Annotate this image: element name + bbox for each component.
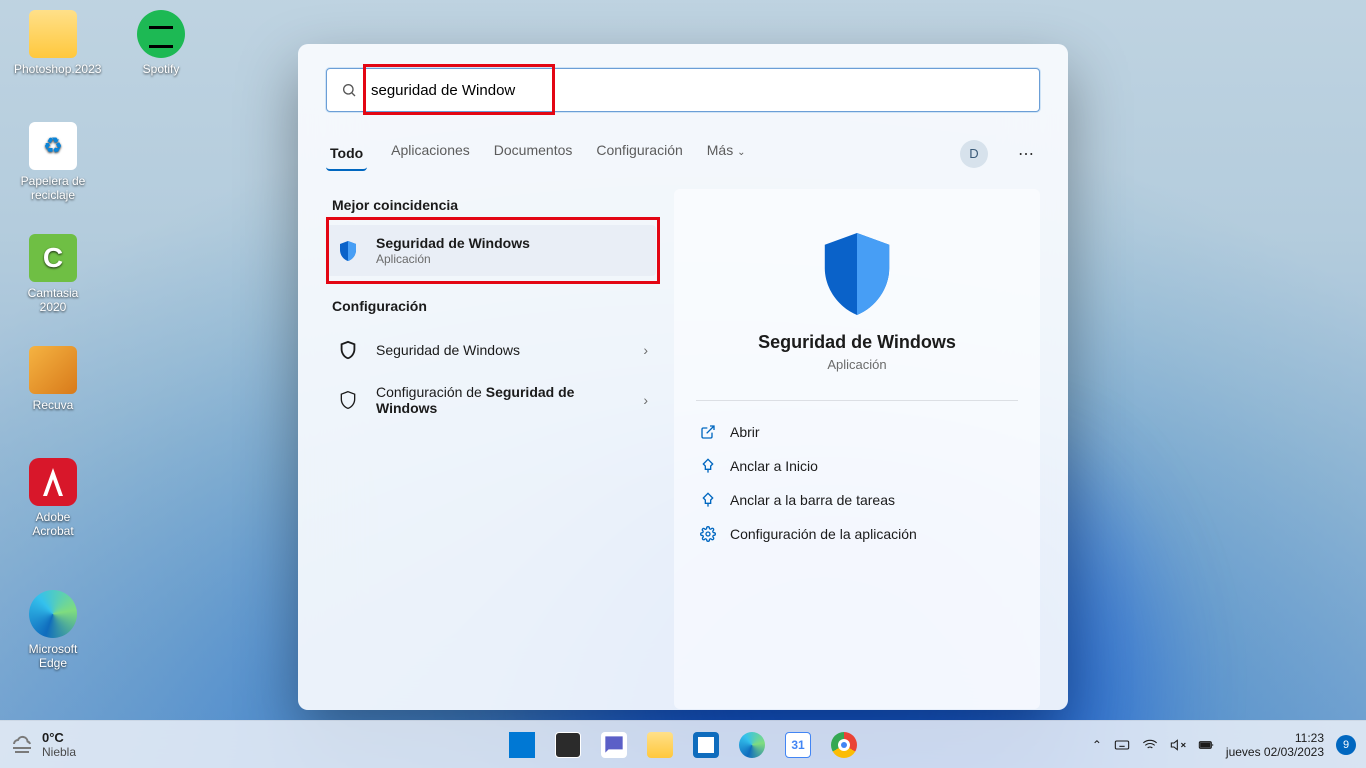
action-app-settings[interactable]: Configuración de la aplicación: [696, 517, 1018, 551]
shield-outline-icon: [334, 386, 362, 414]
search-box[interactable]: [326, 68, 1040, 112]
start-search-panel: Todo Aplicaciones Documentos Configuraci…: [298, 44, 1068, 710]
chevron-right-icon: ›: [643, 342, 648, 358]
app-icon: [29, 234, 77, 282]
result-preview-pane: Seguridad de Windows Aplicación Abrir An…: [674, 189, 1040, 709]
desktop-icon-microsoft-edge[interactable]: Microsoft Edge: [14, 590, 92, 670]
icon-label: Photoshop.2023: [14, 62, 92, 76]
chevron-right-icon: ›: [643, 392, 648, 408]
search-icon: [341, 82, 357, 98]
best-match-header: Mejor coincidencia: [332, 197, 650, 213]
icon-label: Microsoft Edge: [14, 642, 92, 670]
action-open[interactable]: Abrir: [696, 415, 1018, 449]
weather-widget[interactable]: 0°C Niebla: [10, 730, 76, 759]
shield-large-icon: [821, 233, 893, 318]
result-config-seguridad-windows[interactable]: Configuración de Seguridad de Windows ›: [326, 374, 656, 426]
volume-muted-icon[interactable]: [1170, 737, 1186, 753]
chrome-button[interactable]: [824, 725, 864, 765]
store-button[interactable]: [686, 725, 726, 765]
preview-title: Seguridad de Windows: [696, 332, 1018, 353]
action-pin-taskbar[interactable]: Anclar a la barra de tareas: [696, 483, 1018, 517]
battery-icon[interactable]: [1198, 737, 1214, 753]
desktop-icon-photoshop-2023[interactable]: Photoshop.2023: [14, 10, 92, 76]
keyboard-icon[interactable]: [1114, 737, 1130, 753]
chat-button[interactable]: [594, 725, 634, 765]
result-seguridad-windows-app[interactable]: Seguridad de Windows Aplicación: [326, 225, 656, 276]
desktop-icon-recuva[interactable]: Recuva: [14, 346, 92, 412]
shield-settings-icon: [334, 336, 362, 364]
icon-label: Spotify: [122, 62, 200, 76]
weather-fog-icon: [10, 733, 34, 757]
app-icon: [29, 122, 77, 170]
start-button[interactable]: [502, 725, 542, 765]
preview-subtitle: Aplicación: [696, 357, 1018, 372]
wifi-icon[interactable]: [1142, 737, 1158, 753]
app-icon: [29, 10, 77, 58]
search-tabs: Todo Aplicaciones Documentos Configuraci…: [326, 136, 1040, 171]
tab-aplicaciones[interactable]: Aplicaciones: [391, 142, 470, 166]
search-input[interactable]: [369, 81, 1025, 100]
app-icon: [29, 458, 77, 506]
desktop-icon-spotify[interactable]: Spotify: [122, 10, 200, 76]
tray-expand-icon[interactable]: ⌃: [1092, 738, 1102, 752]
tab-documentos[interactable]: Documentos: [494, 142, 573, 166]
icon-label: Camtasia 2020: [14, 286, 92, 314]
calendar-button[interactable]: 31: [778, 725, 818, 765]
icon-label: Recuva: [14, 398, 92, 412]
more-options-button[interactable]: ⋯: [1012, 144, 1040, 164]
user-avatar[interactable]: D: [960, 140, 988, 168]
taskbar: 0°C Niebla 31 ⌃ 11:23 jueves 02/03/2023: [0, 720, 1366, 768]
explorer-button[interactable]: [640, 725, 680, 765]
notification-badge[interactable]: 9: [1336, 735, 1356, 755]
edge-button[interactable]: [732, 725, 772, 765]
tab-mas[interactable]: Más ⌄: [707, 142, 746, 166]
desktop-icon-adobe-acrobat[interactable]: Adobe Acrobat: [14, 458, 92, 538]
app-icon: [137, 10, 185, 58]
tab-configuracion[interactable]: Configuración: [596, 142, 682, 166]
app-icon: [29, 346, 77, 394]
app-icon: [29, 590, 77, 638]
icon-label: Adobe Acrobat: [14, 510, 92, 538]
icon-label: Papelera de reciclaje: [14, 174, 92, 202]
taskbar-clock[interactable]: 11:23 jueves 02/03/2023: [1226, 731, 1324, 759]
desktop-icon-camtasia-2020[interactable]: Camtasia 2020: [14, 234, 92, 314]
action-pin-start[interactable]: Anclar a Inicio: [696, 449, 1018, 483]
desktop-icon-papelera-de-reciclaje[interactable]: Papelera de reciclaje: [14, 122, 92, 202]
config-header: Configuración: [332, 298, 650, 314]
shield-icon: [334, 237, 362, 265]
result-seguridad-windows-setting[interactable]: Seguridad de Windows ›: [326, 326, 656, 374]
tab-todo[interactable]: Todo: [326, 136, 367, 171]
task-view-button[interactable]: [548, 725, 588, 765]
